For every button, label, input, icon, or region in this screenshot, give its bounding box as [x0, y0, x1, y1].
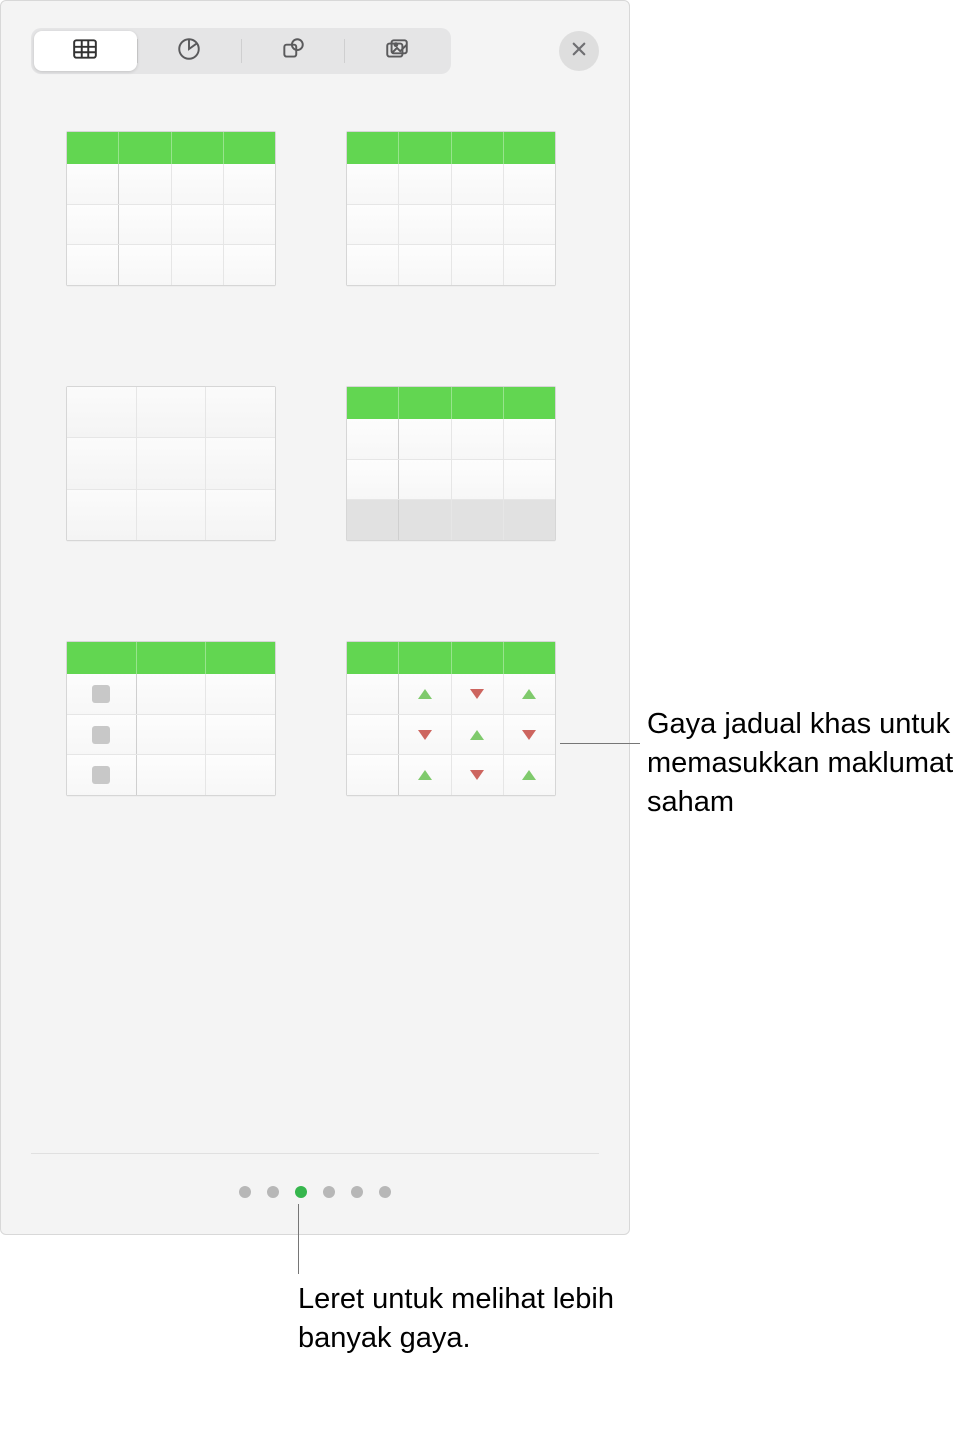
media-icon — [384, 36, 410, 67]
triangle-down-icon — [522, 730, 536, 740]
triangle-down-icon — [470, 689, 484, 699]
page-dot[interactable] — [351, 1186, 363, 1198]
checkbox-icon — [92, 726, 110, 744]
table-style-green-header-firstcol[interactable] — [66, 131, 276, 286]
callout-leader-line — [560, 743, 640, 744]
page-indicator[interactable] — [1, 1186, 629, 1198]
toolbar — [1, 26, 629, 76]
table-style-plain[interactable] — [66, 386, 276, 541]
page-dot[interactable] — [267, 1186, 279, 1198]
triangle-up-icon — [418, 770, 432, 780]
table-icon — [72, 36, 98, 67]
checkbox-icon — [92, 685, 110, 703]
callout-leader-line — [298, 1204, 299, 1274]
triangle-up-icon — [522, 689, 536, 699]
table-style-stock[interactable] — [346, 641, 556, 796]
callout-swipe: Leret untuk melihat lebih banyak gaya. — [298, 1280, 628, 1358]
table-style-green-header-footer[interactable] — [346, 386, 556, 541]
page-dot[interactable] — [323, 1186, 335, 1198]
chart-tab[interactable] — [138, 31, 241, 71]
divider — [31, 1153, 599, 1154]
insert-panel — [0, 0, 630, 1235]
category-segmented-control — [31, 28, 451, 74]
triangle-up-icon — [522, 770, 536, 780]
table-tab[interactable] — [34, 31, 137, 71]
shapes-icon — [280, 36, 306, 67]
triangle-up-icon — [470, 730, 484, 740]
page-dot[interactable] — [239, 1186, 251, 1198]
shape-tab[interactable] — [242, 31, 345, 71]
close-button[interactable] — [559, 31, 599, 71]
callout-stock-style: Gaya jadual khas untuk memasukkan maklum… — [647, 705, 967, 822]
triangle-up-icon — [418, 689, 432, 699]
triangle-down-icon — [418, 730, 432, 740]
page-dot[interactable] — [379, 1186, 391, 1198]
pie-icon — [176, 36, 202, 67]
page-dot-active[interactable] — [295, 1186, 307, 1198]
checkbox-icon — [92, 766, 110, 784]
table-style-checklist[interactable] — [66, 641, 276, 796]
media-tab[interactable] — [345, 31, 448, 71]
triangle-down-icon — [470, 770, 484, 780]
close-icon — [570, 40, 588, 63]
table-style-grid — [66, 131, 566, 796]
table-style-green-header[interactable] — [346, 131, 556, 286]
